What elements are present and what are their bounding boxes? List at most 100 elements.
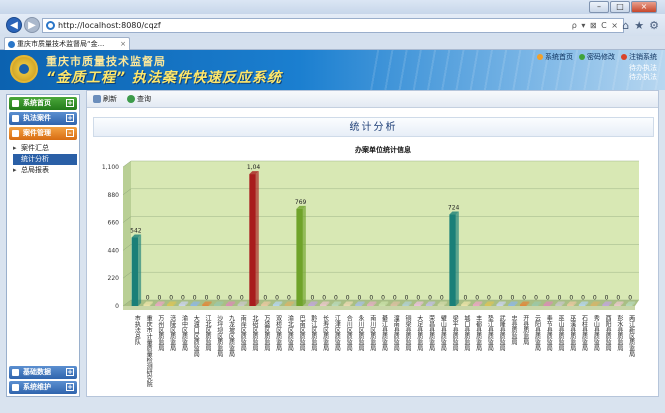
data-label: 724 <box>448 205 460 212</box>
home-icon[interactable]: ⌂ <box>622 19 629 32</box>
logout-icon <box>621 54 627 60</box>
bar <box>414 304 421 306</box>
data-label: 0 <box>569 295 573 302</box>
x-tick-label: 巫山县质监局 <box>557 315 564 352</box>
bar <box>249 174 256 306</box>
sidebar-section-system-maintenance[interactable]: 系统维护 + <box>9 381 77 394</box>
arrow-right-icon: ▶ <box>28 20 36 31</box>
favorites-star-icon[interactable]: ★ <box>634 19 644 32</box>
x-tick-label: 璧山县质监局 <box>439 314 446 352</box>
x-tick-label: 沙坪坝区质监局 <box>216 315 223 358</box>
data-label: 0 <box>240 295 244 302</box>
bar <box>437 304 445 306</box>
data-label: 0 <box>205 295 209 302</box>
x-tick-label: 江北区质监局 <box>204 315 211 352</box>
url-text[interactable]: http://localhost:8080/cqzf <box>58 21 572 30</box>
x-tick-label: 忠县质监局 <box>510 314 517 346</box>
pending-stat-1[interactable]: 待办执法 <box>629 64 657 73</box>
bar <box>237 304 245 306</box>
minimize-button[interactable]: – <box>589 1 609 13</box>
sidebar-item-statistics[interactable]: 统计分析 <box>13 154 77 165</box>
sidebar-item-case-summary[interactable]: 案件汇总 <box>13 143 79 154</box>
bar <box>519 304 527 306</box>
expand-toggle-icon[interactable]: + <box>66 114 74 122</box>
home-link[interactable]: 系统首页 <box>537 52 573 62</box>
logout-link[interactable]: 注销系统 <box>621 52 657 62</box>
data-label: 0 <box>275 295 279 302</box>
bar <box>590 304 598 306</box>
close-window-button[interactable]: × <box>631 1 657 13</box>
bar <box>225 304 233 306</box>
y-tick-label: 880 <box>108 192 120 199</box>
gear-icon[interactable]: ⚙ <box>649 19 659 32</box>
data-label: 0 <box>169 295 173 302</box>
tab-close-button[interactable]: × <box>120 38 126 50</box>
browser-tab[interactable]: 重庆市质量技术监督局“金... × <box>4 37 130 50</box>
address-tools[interactable]: ρ ▾ ⊠ C × <box>572 21 623 30</box>
bar <box>472 304 480 306</box>
sidebar-item-hq-reports[interactable]: 总局报表 <box>13 165 79 176</box>
data-label: 0 <box>499 295 503 302</box>
data-label: 0 <box>322 295 326 302</box>
x-tick-label: 重庆市计量质量检测研究院 <box>145 314 152 388</box>
expand-toggle-icon[interactable]: + <box>66 383 74 391</box>
x-tick-label: 奉节县质监局 <box>545 314 552 352</box>
monitor-icon <box>12 115 19 122</box>
bar <box>543 304 550 306</box>
plot-floor-front <box>123 306 635 310</box>
x-tick-label: 万州区质监局 <box>157 315 164 352</box>
main-content: 刷新 查询 统计分析 办案单位统计信息 0 220 440 660 880 1,100 54… <box>86 90 659 397</box>
x-tick-label: 酉阳县质监局 <box>604 315 611 352</box>
data-label: 0 <box>593 295 597 302</box>
sidebar-section-enforcement-cases[interactable]: 执法案件 + <box>9 112 77 125</box>
browser-right-icons: ⌂ ★ ⚙ <box>622 19 659 32</box>
bar <box>531 304 539 306</box>
expand-toggle-icon[interactable]: + <box>66 368 74 376</box>
y-tick-label: 440 <box>108 247 120 254</box>
x-tick-label: 长寿区质监局 <box>322 314 329 352</box>
bar <box>355 304 362 306</box>
bar <box>449 214 456 306</box>
toolbar: 刷新 查询 <box>87 91 658 108</box>
key-icon <box>579 54 585 60</box>
maximize-button[interactable]: □ <box>610 1 630 13</box>
collapse-toggle-icon[interactable]: – <box>66 129 74 137</box>
address-bar[interactable]: http://localhost:8080/cqzf ρ ▾ ⊠ C × <box>42 18 624 33</box>
bar <box>496 304 503 306</box>
bar <box>166 304 174 306</box>
data-label: 1,04 <box>247 164 261 171</box>
sidebar-section-home[interactable]: 系统首页 + <box>9 97 77 110</box>
bar <box>214 304 221 306</box>
x-tick-label: 巴南区质监局 <box>298 315 305 352</box>
data-label: 0 <box>511 295 515 302</box>
x-tick-label: 彭水县质监局 <box>616 314 623 352</box>
bar <box>625 304 633 306</box>
data-label: 0 <box>605 295 609 302</box>
x-tick-label: 涪陵区质监局 <box>169 314 176 352</box>
sidebar-section-case-management[interactable]: 案件管理 – <box>9 127 77 140</box>
bar <box>555 304 562 306</box>
x-tick-label: 梁平县质监局 <box>451 314 458 352</box>
sidebar-section-basic-data[interactable]: 基础数据 + <box>9 366 77 379</box>
refresh-button[interactable]: 刷新 <box>93 94 117 104</box>
bar-side <box>138 234 142 306</box>
bar <box>578 304 586 306</box>
forward-button[interactable]: ▶ <box>24 17 40 33</box>
folder-icon <box>12 130 19 137</box>
app-header: 重庆市质量技术监督局 “金质工程” 执法案件快速反应系统 系统首页 密码修改 注… <box>0 50 665 90</box>
bar <box>484 304 492 306</box>
bar <box>366 304 374 306</box>
bar <box>614 304 621 306</box>
back-button[interactable]: ◀ <box>6 17 22 33</box>
expand-toggle-icon[interactable]: + <box>66 99 74 107</box>
x-tick-label: 合川区质监局 <box>345 314 352 352</box>
bar <box>508 304 515 306</box>
change-password-link[interactable]: 密码修改 <box>579 52 615 62</box>
x-tick-label: 渝北区质监局 <box>286 314 293 352</box>
x-tick-label: 潼南县质监局 <box>392 314 399 352</box>
pending-stat-2[interactable]: 待办执法 <box>629 73 657 82</box>
x-tick-label: 武隆县质监局 <box>498 314 505 352</box>
system-name: “金质工程” 执法案件快速反应系统 <box>46 70 282 86</box>
query-button[interactable]: 查询 <box>127 94 151 104</box>
x-tick-label: 万盛区质监局 <box>263 315 270 352</box>
